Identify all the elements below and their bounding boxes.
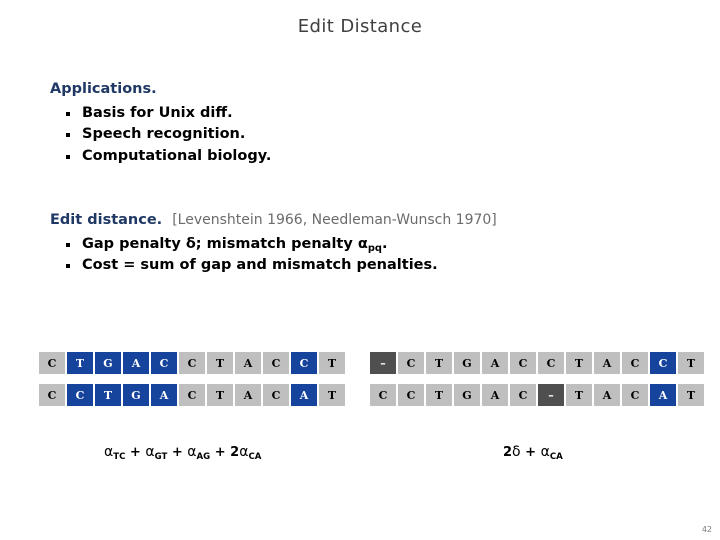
sequence-mismatch-cell: G xyxy=(123,384,149,406)
sequence-cell: C xyxy=(510,352,536,374)
sequence-mismatch-cell: G xyxy=(95,352,121,374)
sequence-cell: A xyxy=(482,384,508,406)
sequence-cell: C xyxy=(263,384,289,406)
sequence-cell: T xyxy=(319,384,345,406)
sequence-mismatch-cell: C xyxy=(151,352,177,374)
sequence-cell: C xyxy=(510,384,536,406)
formula-operator: + xyxy=(125,445,146,460)
list-item-subscript: pq xyxy=(367,242,382,254)
sequence-cell: C xyxy=(179,384,205,406)
formula-subscript: CA xyxy=(248,451,262,462)
list-item: Speech recognition. xyxy=(50,124,271,145)
applications-heading: Applications. xyxy=(50,80,271,99)
sequence-cell: A xyxy=(235,384,261,406)
alignment-table-without-gaps: CTGACCTACCTCCTGACTACAT xyxy=(39,352,345,406)
formula-symbol: α xyxy=(145,444,155,460)
sequence-cell: C xyxy=(39,352,65,374)
formula-subscript: TC xyxy=(113,451,126,462)
sequence-cell: A xyxy=(594,352,620,374)
sequence-cell: C xyxy=(398,384,424,406)
square-bullet-icon xyxy=(66,264,70,269)
formula-subscript: CA xyxy=(549,451,563,462)
list-item-label: Cost = sum of gap and mismatch penalties… xyxy=(82,257,438,274)
list-item: Basis for Unix diff. xyxy=(50,103,271,124)
applications-section: Applications. Basis for Unix diff. Speech… xyxy=(50,80,271,167)
sequence-row: CTGACCTACCT xyxy=(39,352,345,374)
page-number: 42 xyxy=(701,525,712,534)
formula-coefficient: 2 xyxy=(230,445,240,460)
edit-distance-bullet-list: Gap penalty δ; mismatch penalty αpq. Cost… xyxy=(50,234,497,277)
formula-symbol: α xyxy=(187,444,197,460)
sequence-cell: C xyxy=(538,352,564,374)
list-item-suffix: . xyxy=(381,235,388,252)
sequence-mismatch-cell: C xyxy=(67,384,93,406)
sequence-cell: T xyxy=(678,384,704,406)
square-bullet-icon xyxy=(66,242,70,247)
sequence-mismatch-cell: A xyxy=(291,384,317,406)
list-item-label: Basis for Unix diff. xyxy=(82,104,233,121)
sequence-cell: T xyxy=(678,352,704,374)
sequence-mismatch-cell: A xyxy=(123,352,149,374)
sequence-cell: T xyxy=(207,352,233,374)
square-bullet-icon xyxy=(66,154,70,159)
sequence-cell: T xyxy=(207,384,233,406)
list-item-label: Computational biology. xyxy=(82,147,272,164)
alignment-table-with-gaps: – C T G A C C T A C C T C C T G A C – T A C A T xyxy=(370,352,704,406)
sequence-cell: T xyxy=(426,384,452,406)
sequence-cell: T xyxy=(566,384,592,406)
edit-distance-heading: Edit distance. [Levenshtein 1966, Needlem… xyxy=(50,211,497,230)
formula-operator: + xyxy=(210,445,231,460)
applications-heading-label: Applications. xyxy=(50,81,157,97)
sequence-mismatch-cell: A xyxy=(650,384,676,406)
formula-symbol: δ xyxy=(512,444,521,460)
formula-subscript: AG xyxy=(196,451,211,462)
sequence-cell: C xyxy=(179,352,205,374)
sequence-cell: C xyxy=(622,352,648,374)
formula-subscript: GT xyxy=(154,451,168,462)
sequence-cell: C xyxy=(39,384,65,406)
sequence-row: C C T G A C – T A C A T xyxy=(370,384,704,406)
sequence-row: CCTGACTACAT xyxy=(39,384,345,406)
formula-symbol: α xyxy=(104,444,114,460)
sequence-gap-cell: – xyxy=(538,384,564,406)
sequence-mismatch-cell: T xyxy=(67,352,93,374)
page-title: Edit Distance xyxy=(297,16,423,37)
sequence-cell: A xyxy=(235,352,261,374)
sequence-cell: C xyxy=(263,352,289,374)
slide-canvas: Edit Distance Applications. Basis for Un… xyxy=(0,0,720,540)
sequence-cell: T xyxy=(319,352,345,374)
formula-operator: + xyxy=(520,445,541,460)
sequence-cell: T xyxy=(566,352,592,374)
formula-coefficient: 2 xyxy=(503,445,513,460)
square-bullet-icon xyxy=(66,111,70,116)
formula-operator: + xyxy=(167,445,188,460)
sequence-cell: C xyxy=(398,352,424,374)
sequence-cell: G xyxy=(454,384,480,406)
applications-bullet-list: Basis for Unix diff. Speech recognition. C… xyxy=(50,103,271,167)
sequence-cell: C xyxy=(370,384,396,406)
edit-distance-citation: [Levenshtein 1966, Needleman-Wunsch 1970… xyxy=(172,212,497,228)
list-item-label: Gap penalty δ; mismatch penalty α xyxy=(82,235,368,252)
sequence-gap-cell: – xyxy=(370,352,396,374)
list-item: Cost = sum of gap and mismatch penalties… xyxy=(50,255,497,276)
sequence-cell: G xyxy=(454,352,480,374)
sequence-mismatch-cell: A xyxy=(151,384,177,406)
sequence-mismatch-cell: C xyxy=(650,352,676,374)
sequence-mismatch-cell: C xyxy=(291,352,317,374)
list-item: Gap penalty δ; mismatch penalty αpq. xyxy=(50,234,497,255)
square-bullet-icon xyxy=(66,133,70,138)
list-item-label: Speech recognition. xyxy=(82,126,246,143)
sequence-mismatch-cell: T xyxy=(95,384,121,406)
edit-distance-heading-label: Edit distance. xyxy=(50,212,163,228)
list-item: Computational biology. xyxy=(50,146,271,167)
sequence-cell: C xyxy=(622,384,648,406)
sequence-row: – C T G A C C T A C C T xyxy=(370,352,704,374)
sequence-cell: A xyxy=(594,384,620,406)
formula-symbol: α xyxy=(540,444,550,460)
cost-formula-without-gaps: αTC + αGT + αAG + 2αCA xyxy=(104,444,262,462)
sequence-cell: A xyxy=(482,352,508,374)
cost-formula-with-gaps: 2δ + αCA xyxy=(503,444,563,462)
sequence-cell: T xyxy=(426,352,452,374)
edit-distance-section: Edit distance. [Levenshtein 1966, Needlem… xyxy=(50,211,497,277)
